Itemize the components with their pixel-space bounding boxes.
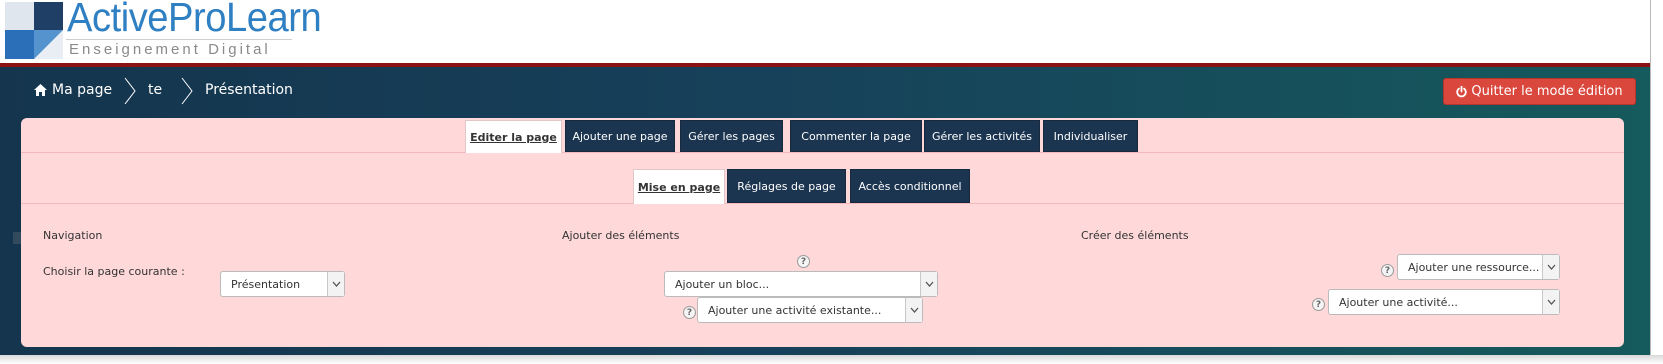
current-page-value: Présentation (231, 278, 301, 291)
breadcrumb-item-ma-page: Ma page (52, 82, 113, 98)
quit-edit-mode-button[interactable]: Quitter le mode édition (1443, 78, 1636, 105)
chevron-down-icon (1542, 290, 1559, 314)
section-create-elements-title: Créer des éléments (1081, 229, 1189, 242)
tab-gerer-les-activites[interactable]: Gérer les activités (924, 120, 1040, 152)
window-shadow (0, 355, 1663, 364)
window-edge (1650, 0, 1663, 364)
chevron-down-icon (920, 272, 937, 296)
tab-individualiser[interactable]: Individualiser (1043, 120, 1138, 152)
add-resource-value: Ajouter une ressource... (1408, 261, 1540, 274)
tab-mise-en-page[interactable]: Mise en page (633, 169, 725, 204)
help-resource-icon[interactable]: ? (1381, 264, 1394, 277)
side-handle (13, 232, 21, 244)
add-block-select[interactable]: Ajouter un bloc... (664, 271, 938, 297)
subtabs-divider (21, 203, 1624, 204)
site-header: ActiveProLearn Enseignement Digital (0, 0, 1650, 64)
tabs-divider (21, 152, 1624, 153)
tab-editer-la-page[interactable]: Editer la page (465, 120, 562, 153)
tab-ajouter-une-page[interactable]: Ajouter une page (565, 120, 675, 152)
tab-acces-conditionnel[interactable]: Accès conditionnel (850, 169, 970, 203)
section-navigation-title: Navigation (43, 229, 103, 242)
quit-edit-mode-label: Quitter le mode édition (1471, 84, 1623, 99)
tab-reglages-de-page[interactable]: Réglages de page (727, 169, 846, 203)
chevron-right-icon (124, 77, 136, 105)
logo-subtitle: Enseignement Digital (69, 41, 271, 58)
add-resource-select[interactable]: Ajouter une ressource... (1397, 254, 1560, 280)
add-activity-value: Ajouter une activité... (1339, 296, 1458, 309)
power-icon (1456, 85, 1467, 97)
help-existing-activity-icon[interactable]: ? (683, 306, 696, 319)
add-block-value: Ajouter un bloc... (675, 278, 770, 291)
screenshot: ActiveProLearn Enseignement Digital Ma p… (0, 0, 1663, 364)
chevron-down-icon (1542, 255, 1559, 279)
tab-gerer-les-pages[interactable]: Gérer les pages (680, 120, 783, 152)
chevron-right-icon (181, 77, 193, 105)
home-icon (34, 84, 47, 96)
add-existing-activity-value: Ajouter une activité existante... (708, 304, 882, 317)
logo-title[interactable]: ActiveProLearn (67, 0, 322, 41)
breadcrumb-item-presentation[interactable]: Présentation (205, 82, 293, 98)
breadcrumb-home[interactable]: Ma page (34, 82, 112, 98)
help-activity-icon[interactable]: ? (1312, 298, 1325, 311)
chevron-down-icon (327, 272, 344, 296)
add-activity-select[interactable]: Ajouter une activité... (1328, 289, 1560, 315)
breadcrumb-item-te[interactable]: te (148, 82, 162, 98)
chevron-down-icon (905, 298, 922, 322)
add-existing-activity-select[interactable]: Ajouter une activité existante... (697, 297, 923, 323)
help-block-icon[interactable]: ? (797, 255, 810, 268)
section-add-elements-title: Ajouter des éléments (562, 229, 680, 242)
current-page-label: Choisir la page courante : (43, 265, 185, 278)
tab-commenter-la-page[interactable]: Commenter la page (790, 120, 922, 152)
logo-squares-icon (5, 2, 63, 59)
current-page-select[interactable]: Présentation (220, 271, 345, 297)
